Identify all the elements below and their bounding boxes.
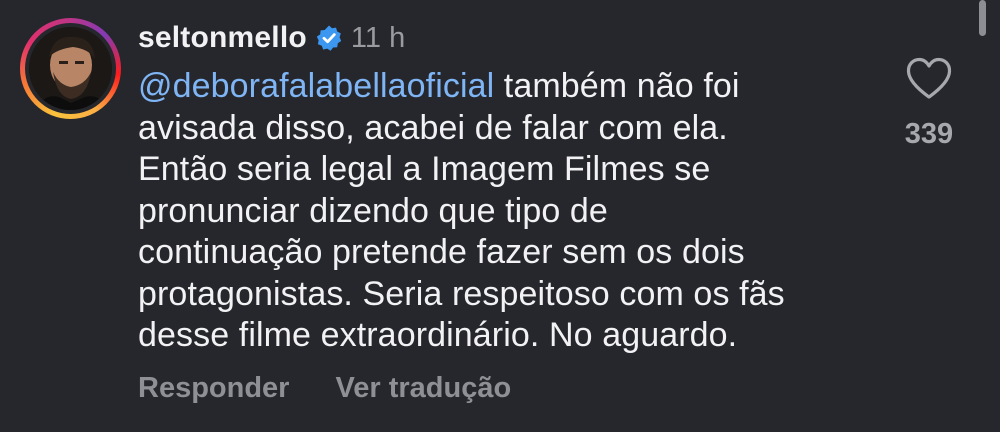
comment-item: seltonmello 11 h @deborafalabellaoficial… [0,0,1000,432]
scrollbar[interactable] [979,0,986,36]
mention-link[interactable]: @deborafalabellaoficial [138,67,494,105]
username[interactable]: seltonmello [138,21,307,55]
avatar-photo-icon [29,27,112,110]
see-translation-button[interactable]: Ver tradução [335,372,511,405]
like-count[interactable]: 339 [900,118,958,151]
comment-line: continuação pretende fazer sem os dois [138,233,745,271]
like-area: 339 [900,56,958,151]
comment-line: avisada disso, acabei de falar com ela. [138,108,728,147]
comment-line: Então seria legal a Imagem Filmes se [138,150,711,188]
comment-actions: Responder Ver tradução [138,372,511,405]
comment-line: @deborafalabellaoficial também não foi [138,66,858,108]
verified-badge-icon [316,25,342,51]
timestamp: 11 h [350,21,406,54]
reply-button[interactable]: Responder [138,372,289,405]
avatar[interactable] [29,27,112,110]
comment-line: protagonistas. Seria respeitoso com os f… [138,274,785,313]
heart-icon[interactable] [905,56,953,100]
comment-line: desse filme extraordinário. No aguardo. [138,316,738,354]
comment-line-text: também não foi [494,67,740,105]
comment-text: @deborafalabellaoficial também não foi a… [138,66,858,357]
story-ring[interactable] [20,18,121,119]
comment-header: seltonmello 11 h [138,18,405,58]
comment-line: pronunciar dizendo que tipo de [138,191,608,230]
